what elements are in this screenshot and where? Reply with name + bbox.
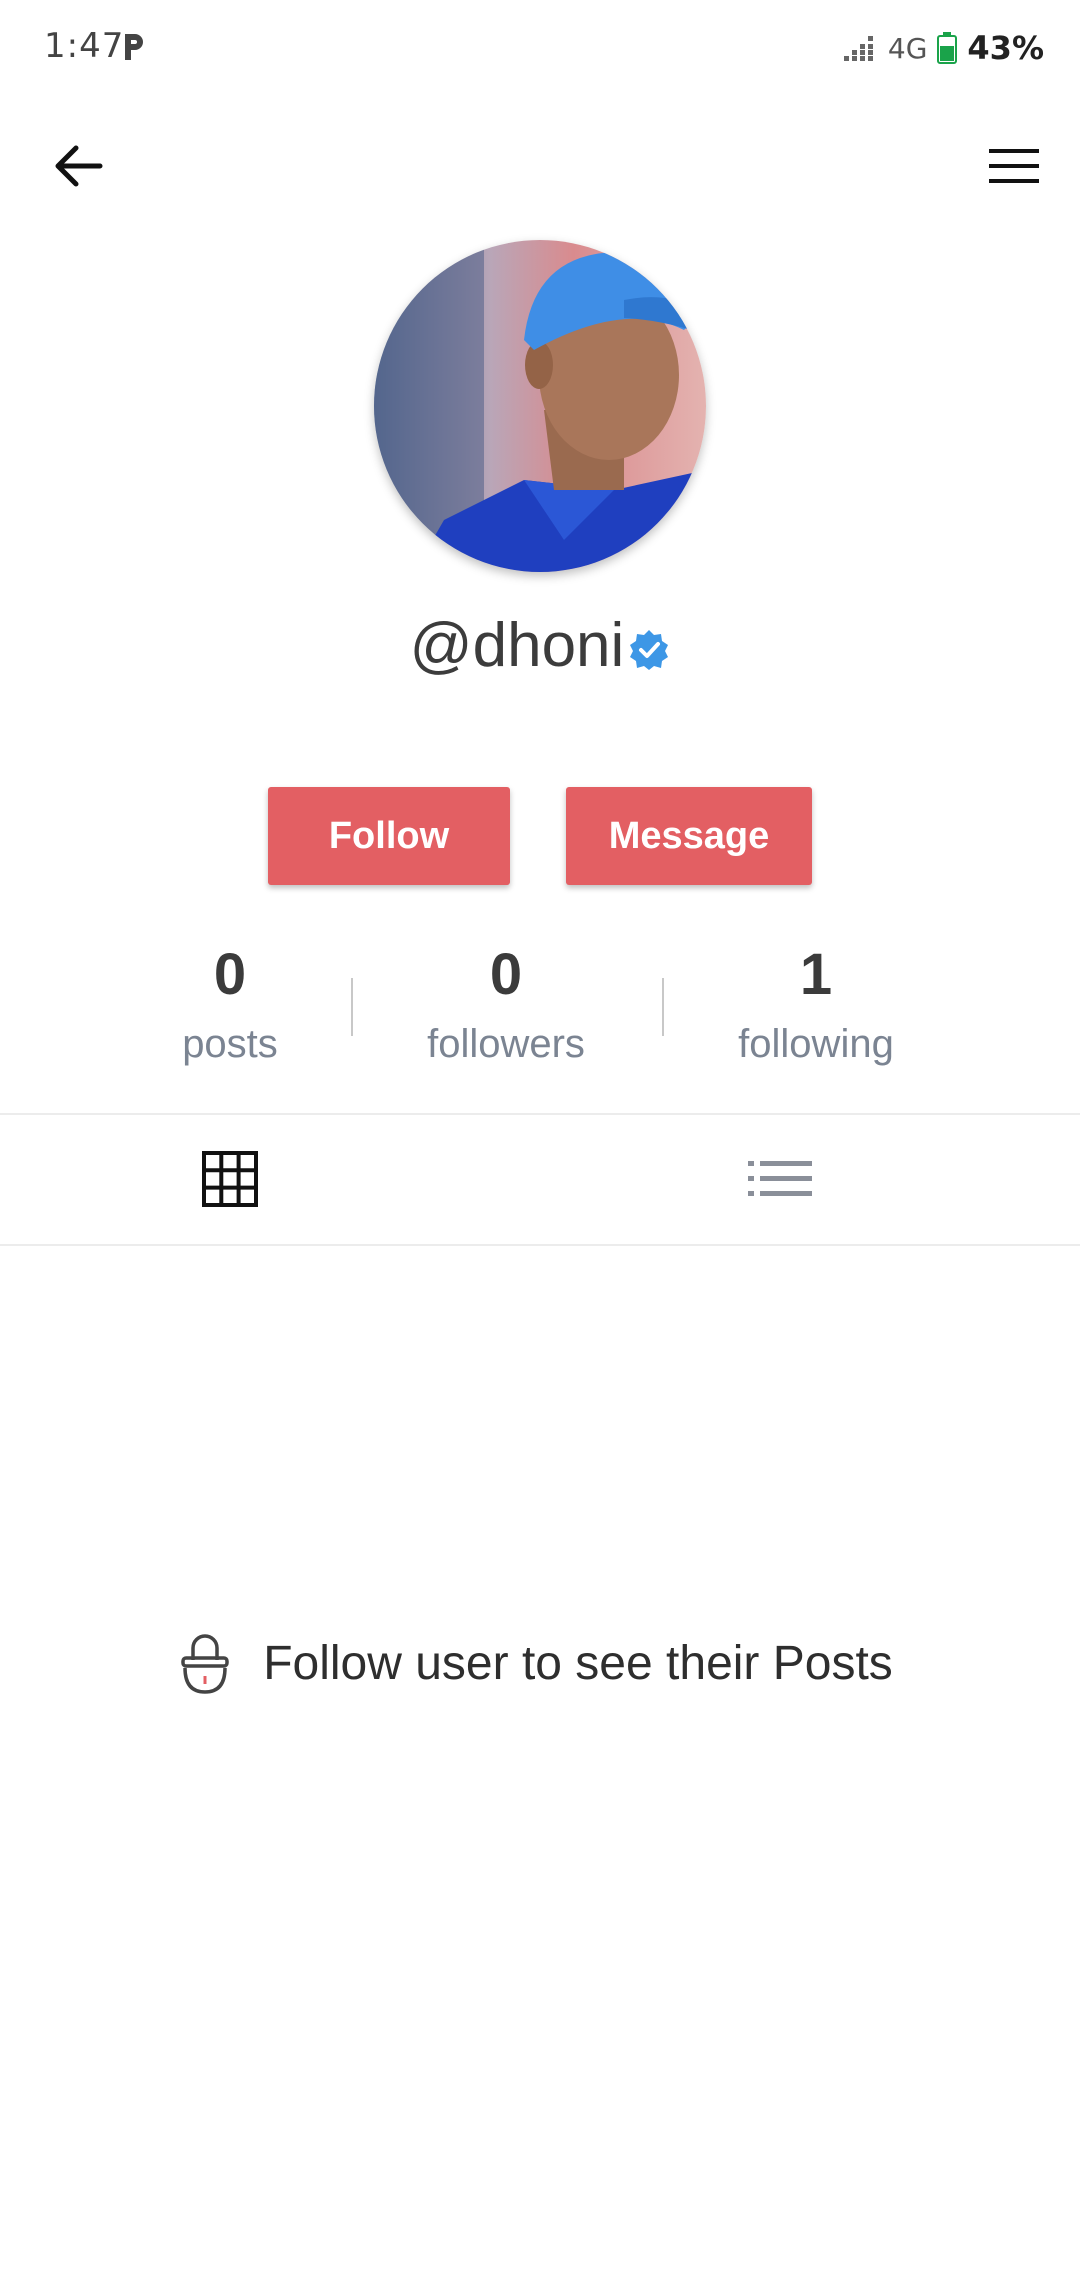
stat-divider xyxy=(351,978,353,1036)
stat-following[interactable]: 1 following xyxy=(716,940,916,1072)
battery-percent: 43% xyxy=(967,29,1044,67)
network-type: 4G xyxy=(887,31,928,65)
posts-label: posts xyxy=(182,1022,278,1066)
divider xyxy=(0,1244,1080,1246)
app-notification-icon xyxy=(125,34,143,60)
following-label: following xyxy=(738,1022,894,1066)
username: @dhoni xyxy=(409,611,625,680)
empty-state-message: Follow user to see their Posts xyxy=(263,1636,893,1690)
stat-posts[interactable]: 0 posts xyxy=(150,940,310,1072)
lock-icon xyxy=(181,1634,229,1694)
grid-icon xyxy=(202,1151,258,1207)
status-icons: 4G 43% xyxy=(843,26,1044,70)
profile-photo xyxy=(374,240,706,572)
tab-list[interactable] xyxy=(540,1114,1080,1244)
stat-followers[interactable]: 0 followers xyxy=(396,940,616,1072)
following-count: 1 xyxy=(799,942,833,1007)
status-time: 1:47 xyxy=(44,26,125,66)
followers-count: 0 xyxy=(489,942,523,1007)
empty-state: Follow user to see their Posts xyxy=(0,1630,1080,1696)
verified-badge-icon xyxy=(630,629,669,670)
username-row: @dhoni xyxy=(0,610,1080,681)
tab-grid[interactable] xyxy=(0,1114,540,1244)
arrow-left-icon xyxy=(55,145,103,187)
battery-icon xyxy=(937,32,958,64)
avatar[interactable] xyxy=(374,240,706,572)
back-button[interactable] xyxy=(42,130,114,202)
stat-divider xyxy=(662,978,664,1036)
menu-button[interactable] xyxy=(978,130,1050,202)
list-icon xyxy=(748,1161,812,1196)
followers-label: followers xyxy=(427,1022,585,1066)
hamburger-menu-icon xyxy=(989,149,1039,183)
follow-button[interactable]: Follow xyxy=(268,787,510,885)
posts-count: 0 xyxy=(213,942,247,1007)
status-bar: 1:47 4G 43% xyxy=(0,0,1080,96)
message-button[interactable]: Message xyxy=(566,787,812,885)
signal-icon xyxy=(843,36,873,61)
